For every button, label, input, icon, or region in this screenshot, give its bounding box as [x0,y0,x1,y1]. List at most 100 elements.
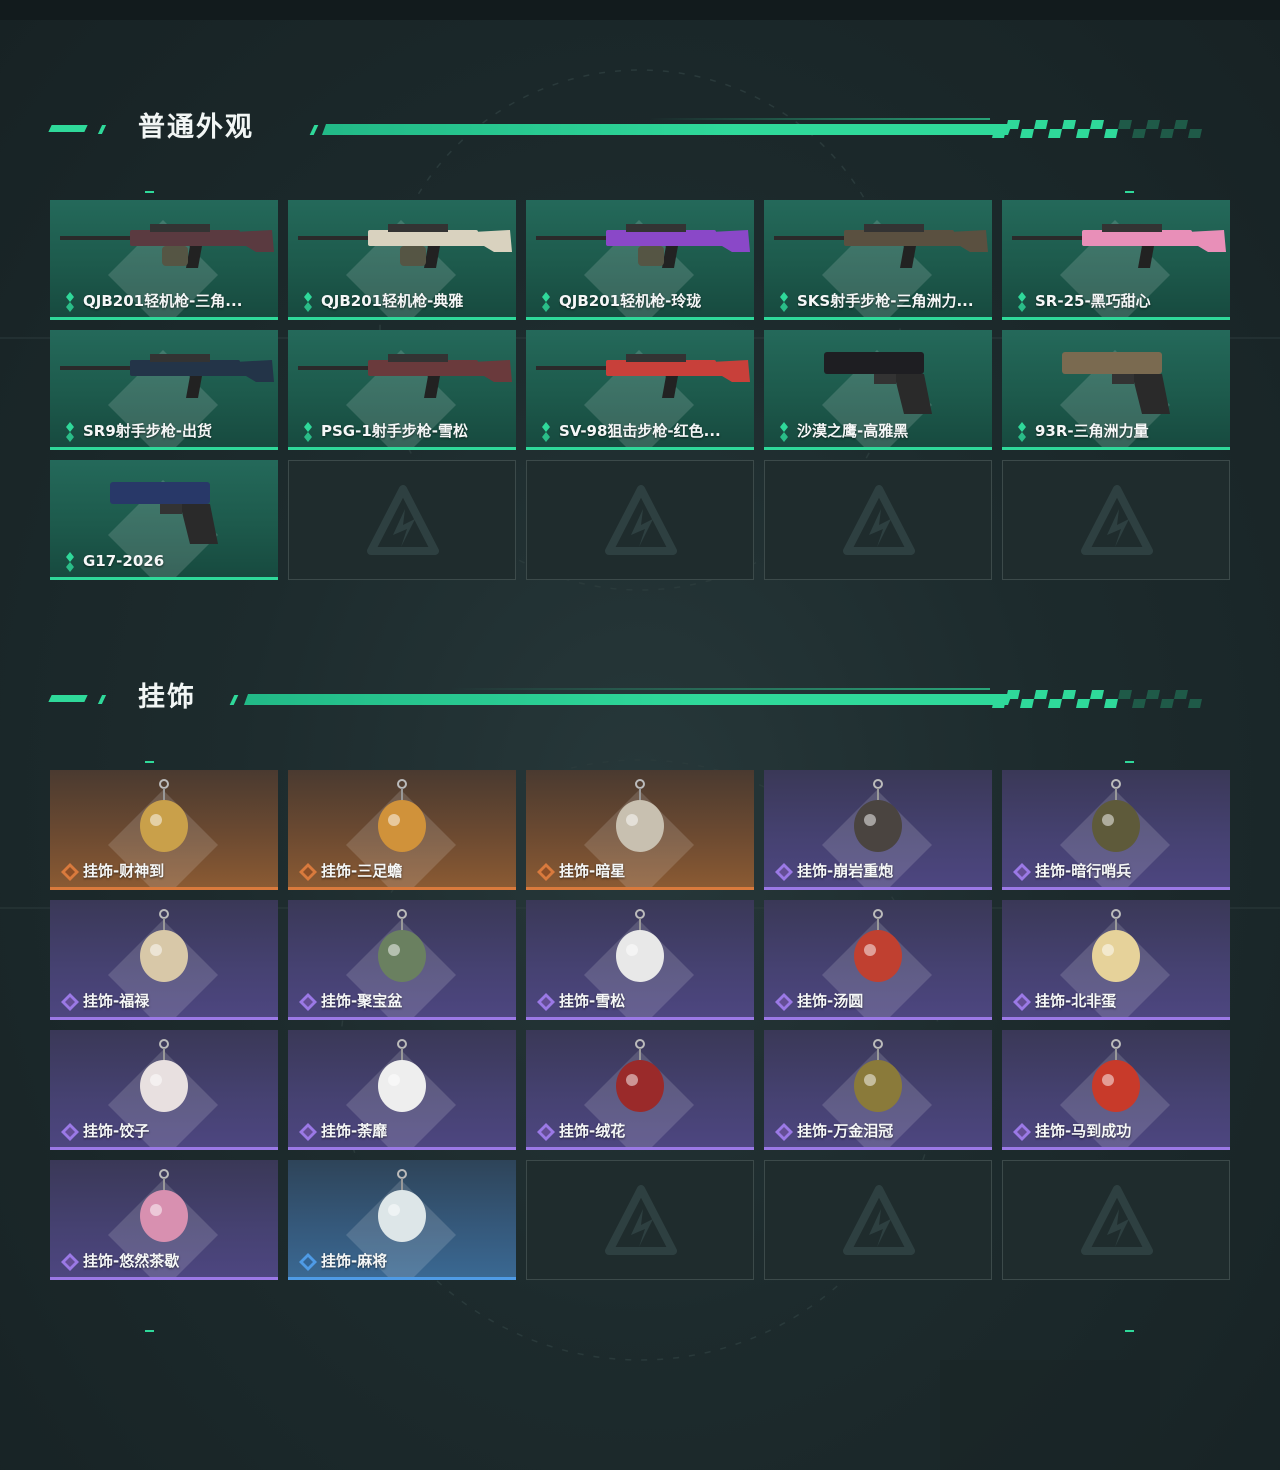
item-label: 挂饰-马到成功 [1035,1122,1132,1140]
section-header-charms: 挂饰 [48,678,1202,718]
item-label: 挂饰-绒花 [559,1122,626,1140]
charm-icon [616,779,664,852]
corner-tick [145,1330,154,1332]
marksman-rifle-icon [1012,224,1226,268]
charm-icon [854,1039,902,1112]
charm-card[interactable]: 挂饰-暗行哨兵 [1002,770,1230,890]
charm-icon [854,779,902,852]
charm-card[interactable]: 挂饰-万金泪冠 [764,1030,992,1150]
pistol-icon [824,352,932,414]
empty-slot [764,460,992,580]
skin-card[interactable]: PSG-1射手步枪-雪松 [288,330,516,450]
marksman-rifle-icon [60,354,274,398]
delta-logo-icon [843,485,915,555]
skin-card[interactable]: 93R-三角洲力量 [1002,330,1230,450]
item-label: G17-2026 [83,552,165,570]
sniper-rifle-icon [298,354,512,398]
header-long-bar [322,124,1012,135]
item-label: 挂饰-聚宝盆 [321,992,403,1010]
charm-card[interactable]: 挂饰-马到成功 [1002,1030,1230,1150]
charm-icon [1092,909,1140,982]
charm-card[interactable]: 挂饰-麻将 [288,1160,516,1280]
charm-icon [140,779,188,852]
corner-tick [145,761,154,763]
charm-card[interactable]: 挂饰-暗星 [526,770,754,890]
item-label: SKS射手步枪-三角洲力... [797,292,974,310]
delta-logo-icon [605,1185,677,1255]
item-label: 挂饰-万金泪冠 [797,1122,894,1140]
charm-card[interactable]: 挂饰-荼靡 [288,1030,516,1150]
delta-logo-icon [843,1185,915,1255]
item-label: SR-25-黑巧甜心 [1035,292,1151,310]
header-accent-slash [97,125,107,134]
light-machine-gun-icon [298,224,512,268]
item-label: SV-98狙击步枪-红色... [559,422,721,440]
charm-icon [616,1039,664,1112]
delta-logo-icon [1081,1185,1153,1255]
skin-card[interactable]: SR9射手步枪-出货 [50,330,278,450]
skin-card[interactable]: QJB201轻机枪-三角... [50,200,278,320]
charm-icon [1092,1039,1140,1112]
header-accent-slash [229,695,239,705]
item-label: 挂饰-荼靡 [321,1122,388,1140]
header-accent-slash [309,125,319,135]
item-label: 93R-三角洲力量 [1035,422,1149,440]
empty-slot [526,1160,754,1280]
delta-logo-icon [1081,485,1153,555]
charm-icon [378,909,426,982]
corner-tick [1125,191,1134,193]
item-label: QJB201轻机枪-玲珑 [559,292,702,310]
charm-card[interactable]: 挂饰-北非蛋 [1002,900,1230,1020]
item-label: 挂饰-财神到 [83,862,165,880]
delta-logo-icon [605,485,677,555]
empty-slot [1002,1160,1230,1280]
header-checker-pattern [992,690,1202,708]
item-label: 挂饰-汤圆 [797,992,864,1010]
header-long-bar [244,694,1012,705]
empty-slot [764,1160,992,1280]
charm-card[interactable]: 挂饰-汤圆 [764,900,992,1020]
charm-card[interactable]: 挂饰-绒花 [526,1030,754,1150]
skin-card[interactable]: SKS射手步枪-三角洲力... [764,200,992,320]
item-label: 挂饰-暗星 [559,862,626,880]
charm-card[interactable]: 挂饰-三足蟾 [288,770,516,890]
corner-tick [1125,761,1134,763]
corner-tick [1125,1330,1134,1332]
header-accent-bar [48,695,88,702]
item-label: 挂饰-麻将 [321,1252,388,1270]
charm-icon [378,779,426,852]
skin-card[interactable]: G17-2026 [50,460,278,580]
charm-card[interactable]: 挂饰-福禄 [50,900,278,1020]
skin-card[interactable]: SR-25-黑巧甜心 [1002,200,1230,320]
header-accent-slash [97,695,107,704]
item-label: 挂饰-暗行哨兵 [1035,862,1132,880]
skin-card[interactable]: QJB201轻机枪-玲珑 [526,200,754,320]
corner-tick [145,191,154,193]
skin-card[interactable]: 沙漠之鹰-高雅黑 [764,330,992,450]
pistol-icon [1062,352,1170,414]
header-accent-bar [48,125,88,132]
header-checker-pattern [992,120,1202,138]
charm-card[interactable]: 挂饰-崩岩重炮 [764,770,992,890]
sniper-rifle-icon [536,354,750,398]
skin-card[interactable]: QJB201轻机枪-典雅 [288,200,516,320]
charm-card[interactable]: 挂饰-饺子 [50,1030,278,1150]
light-machine-gun-icon [60,224,274,268]
item-label: 挂饰-雪松 [559,992,626,1010]
skins-grid: QJB201轻机枪-三角... QJB201轻机枪-典雅 QJB201轻机枪-玲珑 S… [50,200,1230,580]
empty-slot [1002,460,1230,580]
light-machine-gun-icon [536,224,750,268]
item-label: 挂饰-北非蛋 [1035,992,1117,1010]
charm-card[interactable]: 挂饰-财神到 [50,770,278,890]
charm-card[interactable]: 挂饰-悠然茶歇 [50,1160,278,1280]
charm-icon [140,1039,188,1112]
charm-card[interactable]: 挂饰-聚宝盆 [288,900,516,1020]
marksman-rifle-icon [774,224,988,268]
empty-slot [526,460,754,580]
header-thin-line [650,118,990,120]
skin-card[interactable]: SV-98狙击步枪-红色... [526,330,754,450]
charm-card[interactable]: 挂饰-雪松 [526,900,754,1020]
charm-icon [616,909,664,982]
charm-icon [140,909,188,982]
item-label: QJB201轻机枪-三角... [83,292,243,310]
